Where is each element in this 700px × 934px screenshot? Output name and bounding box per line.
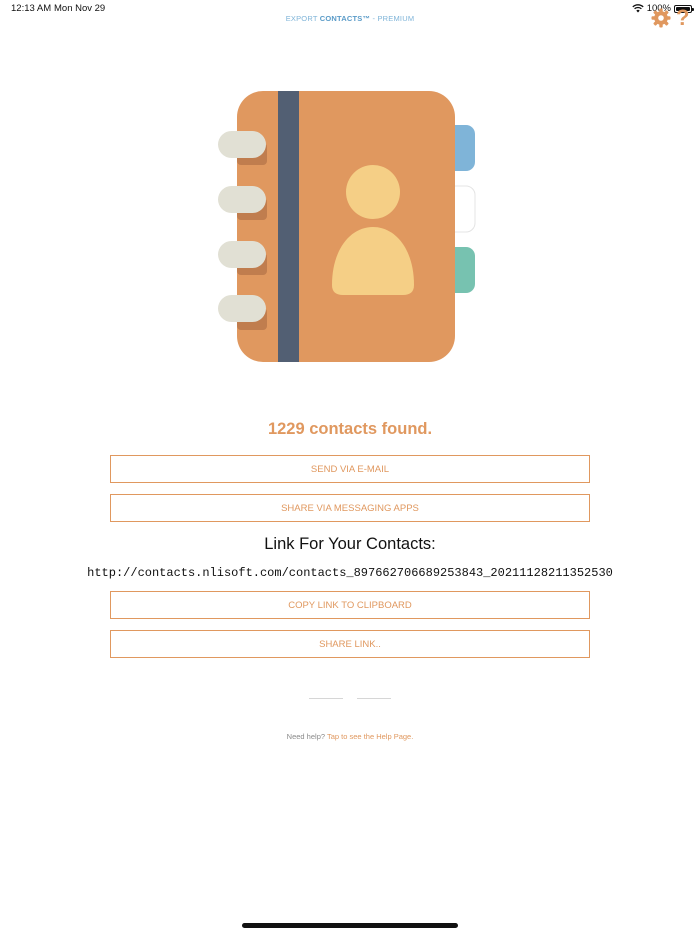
- home-indicator[interactable]: [242, 923, 458, 928]
- app-title-brand: CONTACTS™: [319, 14, 371, 23]
- help-page-link[interactable]: Tap to see the Help Page.: [327, 732, 413, 741]
- send-email-button[interactable]: SEND VIA E-MAIL: [110, 455, 590, 483]
- contacts-found-text: 1229 contacts found.: [267, 420, 433, 438]
- app-title: EXPORT CONTACTS™ - PREMIUM: [0, 14, 700, 23]
- help-footer: Need help? Tap to see the Help Page.: [0, 732, 700, 741]
- app-title-prefix: EXPORT: [285, 14, 320, 23]
- status-time: 12:13 AM: [11, 3, 52, 14]
- app-title-suffix: - PREMIUM: [370, 14, 415, 23]
- copy-link-button[interactable]: COPY LINK TO CLIPBOARD: [110, 591, 590, 619]
- share-messaging-button[interactable]: SHARE VIA MESSAGING APPS: [110, 494, 590, 522]
- link-heading: Link For Your Contacts:: [264, 535, 436, 553]
- gear-icon[interactable]: [651, 8, 671, 28]
- wifi-icon: [632, 4, 644, 13]
- need-help-text: Need help?: [286, 732, 326, 741]
- contacts-link-url[interactable]: http://contacts.nlisoft.com/contacts_897…: [0, 566, 700, 580]
- address-book-icon: [218, 91, 476, 362]
- divider: [357, 698, 391, 699]
- divider: [309, 698, 343, 699]
- help-icon[interactable]: ?: [676, 7, 689, 29]
- share-link-button[interactable]: SHARE LINK..: [110, 630, 590, 658]
- status-date: Mon Nov 29: [54, 3, 106, 14]
